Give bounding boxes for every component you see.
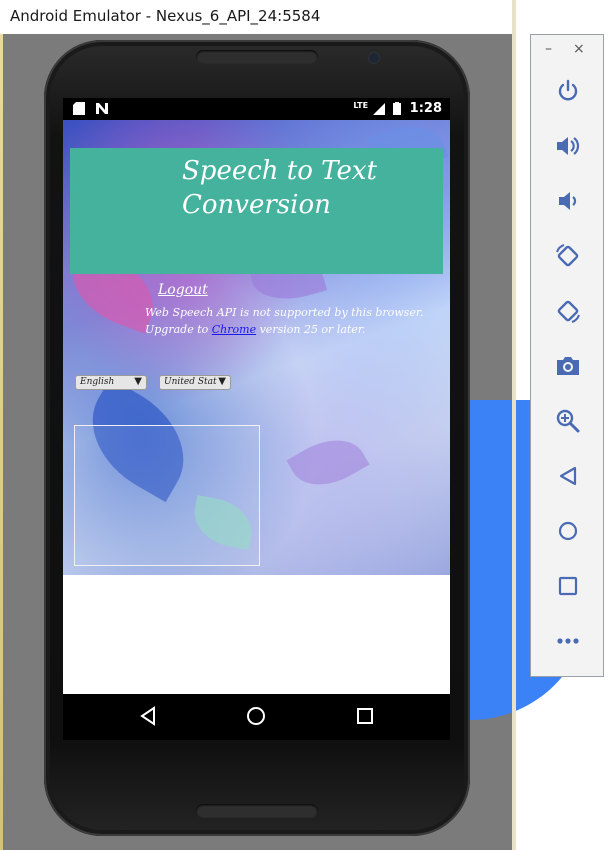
- left-edge: [0, 34, 3, 850]
- page-title: Speech to Text Conversion: [182, 154, 422, 222]
- language-select[interactable]: English ▼: [75, 375, 147, 390]
- rotate-left-icon[interactable]: [552, 240, 584, 272]
- bg-leaf: [286, 425, 370, 500]
- front-camera: [369, 53, 379, 63]
- info-suffix: version 25 or later.: [256, 323, 366, 336]
- minimize-button[interactable]: –: [545, 41, 552, 57]
- title-line-1: Speech to Text: [182, 156, 377, 186]
- sd-card-icon: [73, 102, 85, 115]
- top-speaker: [196, 50, 318, 64]
- dialect-select[interactable]: United Stat ▼: [159, 375, 231, 390]
- home-icon[interactable]: [552, 515, 584, 547]
- volume-down-icon[interactable]: [552, 185, 584, 217]
- logout-link[interactable]: Logout: [158, 282, 208, 298]
- info-line-1: Web Speech API is not supported by this …: [145, 306, 424, 319]
- back-icon[interactable]: [552, 460, 584, 492]
- overview-icon[interactable]: [552, 570, 584, 602]
- status-bar: LTE 1:28: [63, 98, 450, 120]
- nav-overview-icon[interactable]: [356, 706, 374, 726]
- volume-up-icon[interactable]: [552, 130, 584, 162]
- transcript-area[interactable]: [74, 425, 260, 566]
- page-blank-area: [63, 575, 450, 694]
- nav-back-icon[interactable]: [139, 706, 157, 726]
- signal-icon: [372, 102, 385, 115]
- status-right-icons: LTE 1:28: [353, 101, 442, 116]
- bottom-speaker: [196, 804, 318, 818]
- clock: 1:28: [409, 101, 442, 116]
- power-icon[interactable]: [552, 75, 584, 107]
- more-icon[interactable]: [552, 625, 584, 657]
- zoom-icon[interactable]: [552, 405, 584, 437]
- rotate-right-icon[interactable]: [552, 295, 584, 327]
- window-titlebar: Android Emulator - Nexus_6_API_24:5584: [0, 0, 513, 34]
- status-left-icons: [73, 101, 109, 115]
- info-prefix: Upgrade to: [145, 323, 212, 336]
- notification-n-icon: [95, 103, 108, 114]
- webview-content: Speech to Text Conversion Logout Web Spe…: [63, 120, 450, 575]
- camera-icon[interactable]: [552, 350, 584, 382]
- dialect-select-value: United Stat: [164, 377, 217, 387]
- nav-bar: [63, 694, 450, 740]
- info-line-2: Upgrade to Chrome version 25 or later.: [145, 321, 435, 338]
- lte-signal-icon: LTE: [353, 101, 369, 110]
- header-banner: Speech to Text Conversion Logout: [70, 148, 443, 298]
- chrome-link[interactable]: Chrome: [212, 323, 256, 336]
- browser-support-message: Web Speech API is not supported by this …: [145, 304, 435, 338]
- close-button[interactable]: ×: [573, 41, 585, 57]
- window-edge: [512, 0, 516, 850]
- battery-icon: [393, 102, 402, 115]
- dropdown-arrow-icon: ▼: [218, 376, 226, 387]
- phone-screen: LTE 1:28 Speech to Text Conversion Logou…: [63, 98, 450, 740]
- language-select-value: English: [80, 377, 115, 387]
- emulator-toolbar: – ×: [530, 34, 604, 677]
- title-line-2: Conversion: [182, 190, 331, 220]
- window-title: Android Emulator - Nexus_6_API_24:5584: [10, 7, 321, 25]
- dropdown-arrow-icon: ▼: [134, 376, 142, 387]
- nav-home-icon[interactable]: [246, 706, 266, 726]
